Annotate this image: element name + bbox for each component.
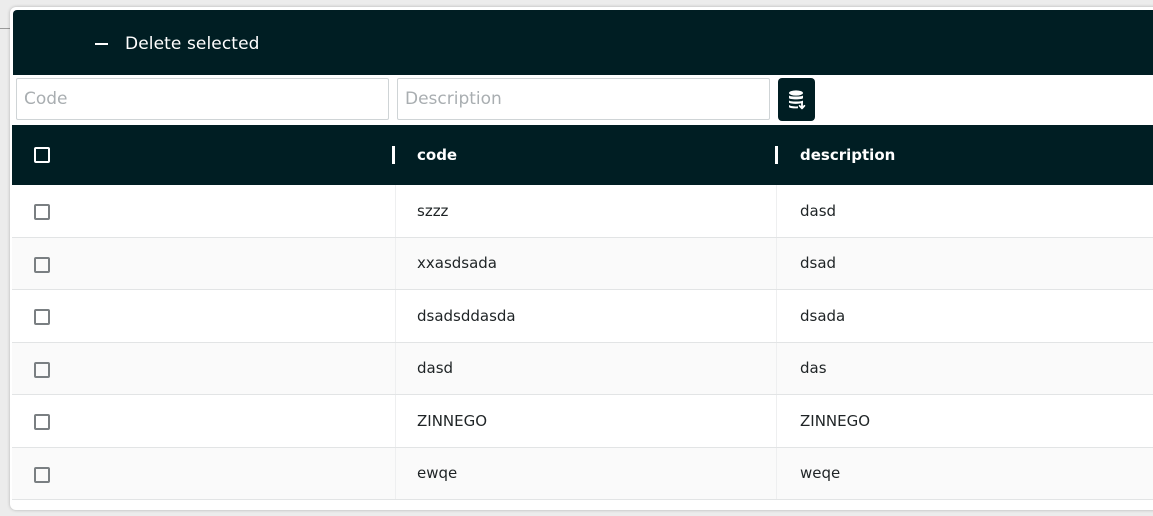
table-panel: Delete selected code description [10,7,1153,510]
cell-description: dsad [800,254,837,273]
cell-description: ZINNEGO [800,411,871,430]
column-divider [776,237,777,289]
table-row[interactable]: dasd das [12,342,1153,395]
column-header-code[interactable]: code [417,125,457,185]
cell-description: dasd [800,201,837,220]
cell-code: xxasdsada [417,254,498,273]
delete-selected-button[interactable]: Delete selected [95,32,260,56]
column-header-description[interactable]: description [800,125,895,185]
column-divider [776,395,777,447]
table-row[interactable]: dsadsddasda dsada [12,290,1153,343]
row-checkbox[interactable] [34,309,50,325]
row-checkbox[interactable] [34,466,50,483]
column-divider [776,185,777,237]
column-divider [395,395,396,447]
table-row[interactable]: xxasdsada dsad [12,237,1153,290]
cell-code: dasd [417,359,454,378]
minus-icon [95,43,108,45]
data-table: code description szzz dasd xxasdsada dsa… [12,125,1153,500]
cell-code: dsadsddasda [417,306,516,325]
table-row[interactable]: szzz dasd [12,185,1153,238]
table-body: szzz dasd xxasdsada dsad dsadsddasda dsa… [12,185,1153,500]
description-filter-input[interactable] [397,78,770,120]
column-divider [395,447,396,499]
table-row[interactable]: ZINNEGO ZINNEGO [12,395,1153,448]
cell-description: weqe [800,464,841,483]
column-divider [395,237,396,289]
table-header: code description [12,125,1153,185]
column-resize-handle[interactable] [775,146,778,164]
toolbar: Delete selected [13,10,1153,75]
column-divider [776,290,777,342]
column-divider [776,342,777,394]
column-divider [776,447,777,499]
cell-description: dsada [800,306,846,325]
table-row[interactable]: ewqe weqe [12,447,1153,500]
column-resize-handle[interactable] [392,146,395,164]
export-button[interactable] [778,78,815,121]
column-divider [395,185,396,237]
code-filter-input[interactable] [16,78,389,120]
delete-selected-label: Delete selected [125,34,260,54]
column-divider [395,342,396,394]
column-divider [395,290,396,342]
select-all-checkbox[interactable] [34,147,50,163]
cell-description: das [800,359,827,378]
row-checkbox[interactable] [34,204,50,220]
row-checkbox[interactable] [34,256,50,273]
cell-code: szzz [417,201,449,220]
cell-code: ZINNEGO [417,411,488,430]
row-checkbox[interactable] [34,361,50,378]
cell-code: ewqe [417,464,458,483]
database-download-icon [788,89,805,109]
row-checkbox[interactable] [34,414,50,430]
